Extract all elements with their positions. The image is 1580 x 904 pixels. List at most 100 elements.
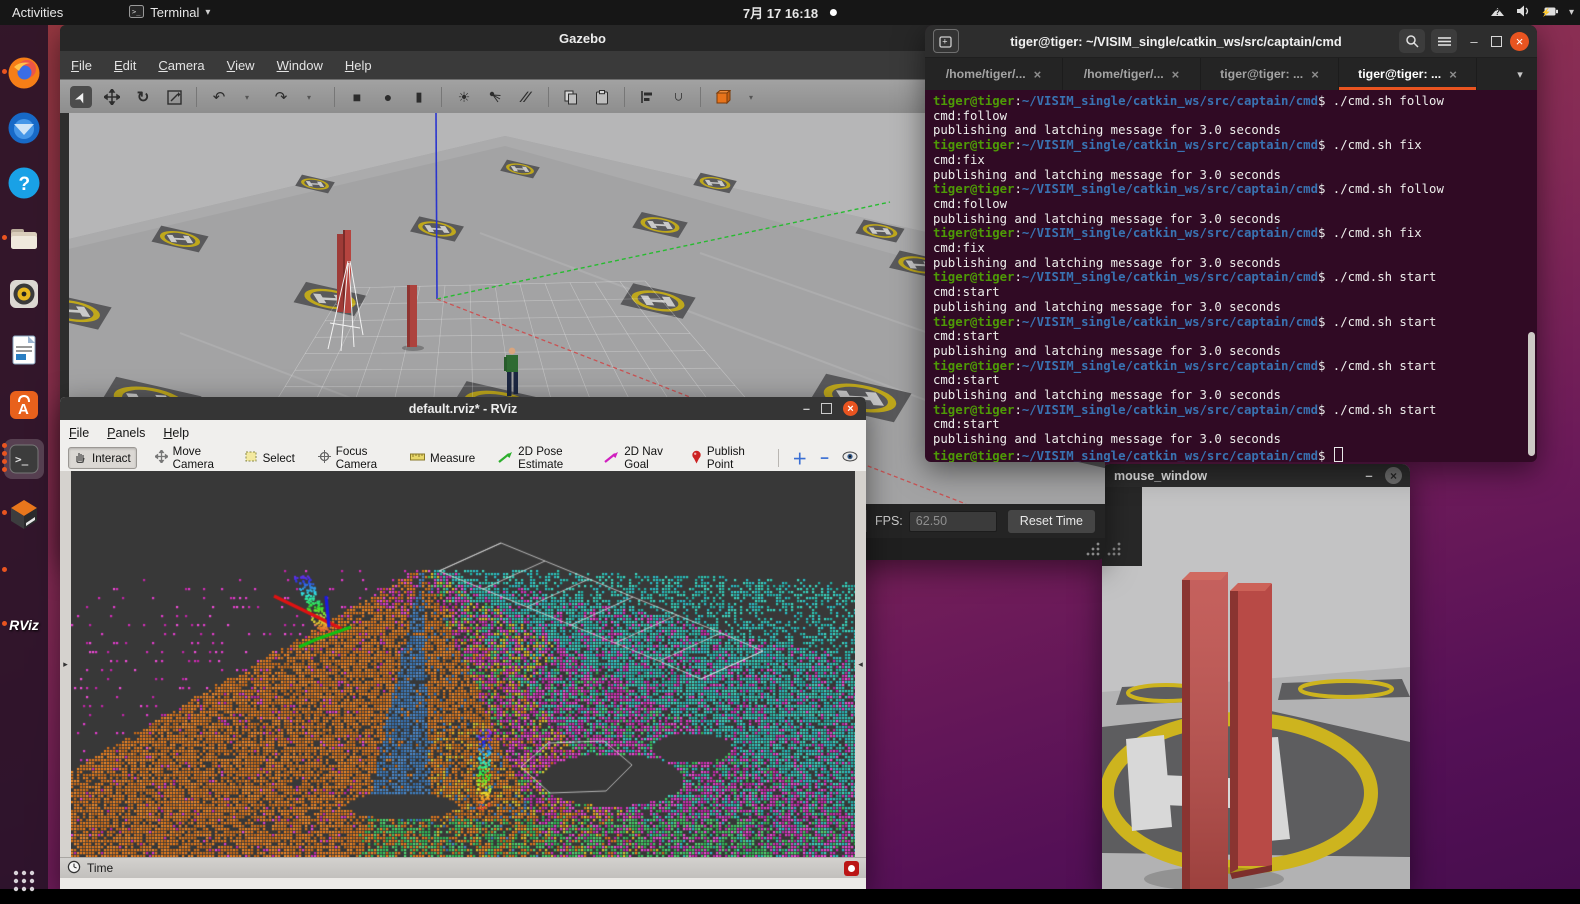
dock-item-rhythmbox[interactable] — [6, 276, 42, 312]
displays-panel-collapsed[interactable]: ▸ — [60, 471, 71, 857]
measure-icon — [410, 451, 425, 465]
gazebo-tool-align-icon[interactable] — [636, 86, 658, 108]
dock-item-terminal[interactable]: >_ — [6, 441, 42, 477]
rviz-tool-publish-point[interactable]: Publish Point — [686, 443, 758, 473]
rviz-tool-2d-nav-goal[interactable]: 2D Nav Goal — [599, 443, 673, 473]
close-button[interactable]: × — [1510, 32, 1529, 51]
gazebo-menu-view[interactable]: View — [216, 58, 266, 73]
pointcloud-canvas[interactable] — [71, 471, 855, 857]
terminal-prompt-line: tiger@tiger:~/VISIM_single/catkin_ws/src… — [933, 94, 1537, 109]
dock-item-blank[interactable] — [6, 553, 42, 589]
gazebo-tool-spot-light-icon[interactable] — [484, 86, 506, 108]
gazebo-menu-file[interactable]: File — [60, 58, 103, 73]
terminal-titlebar[interactable]: + tiger@tiger: ~/VISIM_single/catkin_ws/… — [925, 25, 1537, 58]
gazebo-tool-cylinder-icon[interactable]: ▮ — [408, 86, 430, 108]
gazebo-tool-undo-icon[interactable]: ↶ — [208, 86, 230, 108]
gazebo-tool-copy-icon[interactable] — [560, 86, 582, 108]
tab-close-icon[interactable]: × — [1311, 67, 1319, 82]
gazebo-tool-small-caret-icon[interactable]: ▾ — [743, 86, 765, 108]
rviz-plus-icon[interactable]: ＋ — [792, 448, 807, 469]
svg-text:A: A — [18, 401, 29, 418]
gazebo-menu-camera[interactable]: Camera — [147, 58, 215, 73]
prompt-path: ~/VISIM_single/catkin_ws/src/captain/cmd — [1022, 182, 1318, 196]
tab-close-icon[interactable]: × — [1034, 67, 1042, 82]
resize-grip-icon[interactable] — [1107, 542, 1121, 556]
prompt-colon: : — [1014, 359, 1021, 373]
rviz-menu-help[interactable]: Help — [154, 426, 198, 440]
rviz-tool-2d-pose-estimate[interactable]: 2D Pose Estimate — [493, 443, 586, 473]
app-menu-button[interactable]: >_ Terminal ▾ — [117, 0, 222, 25]
new-tab-button[interactable]: + — [933, 29, 959, 53]
system-status-menu[interactable]: ? ⚡ ▾ — [1489, 4, 1574, 21]
close-button[interactable]: × — [1385, 467, 1402, 484]
terminal-output-line: publishing and latching message for 3.0 … — [933, 300, 1537, 315]
rviz-eye-icon[interactable] — [842, 451, 858, 465]
activities-button[interactable]: Activities — [0, 0, 75, 25]
dock-item-writer[interactable] — [6, 332, 42, 368]
gazebo-tool-sphere-icon[interactable]: ● — [377, 86, 399, 108]
clock-button[interactable]: 7月 17 16:18 — [743, 3, 837, 22]
terminal-output-line: cmd:start — [933, 329, 1537, 344]
rviz-3d-viewport[interactable]: ▸ ◂ — [60, 471, 866, 857]
gazebo-tool-directional-light-icon[interactable]: ∕∕ — [515, 86, 537, 108]
rviz-titlebar[interactable]: default.rviz* - RViz – × — [60, 397, 866, 420]
gazebo-tool-small-caret-icon[interactable]: ▾ — [239, 86, 261, 108]
rviz-tool-focus-camera[interactable]: Focus Camera — [313, 443, 392, 473]
rviz-tool-interact[interactable]: Interact — [68, 447, 137, 469]
time-panel-header[interactable]: Time — [60, 857, 866, 878]
reset-time-button[interactable]: Reset Time — [1007, 509, 1096, 534]
terminal-screen[interactable]: tiger@tiger:~/VISIM_single/catkin_ws/src… — [925, 89, 1537, 462]
rviz-tool-move-camera[interactable]: Move Camera — [150, 443, 227, 473]
dock-item-show-apps[interactable] — [6, 863, 42, 899]
rviz-tool-measure[interactable]: Measure — [405, 449, 480, 467]
gazebo-tool-rotate-icon[interactable]: ↻ — [132, 86, 154, 108]
gazebo-tool-select-arrow-icon[interactable]: ➤ — [70, 86, 92, 108]
camera-view-3d[interactable] — [1102, 487, 1410, 889]
gazebo-tool-point-light-icon[interactable]: ☀ — [453, 86, 475, 108]
battery-icon: ⚡ — [1541, 5, 1560, 21]
dock-item-software[interactable]: A — [6, 387, 42, 423]
terminal-tab[interactable]: /home/tiger/...× — [925, 58, 1063, 90]
search-button[interactable] — [1399, 29, 1425, 53]
gazebo-tool-scale-icon[interactable] — [163, 86, 185, 108]
menu-button[interactable] — [1431, 29, 1457, 53]
resize-grip-icon[interactable] — [1086, 542, 1100, 556]
rviz-menu-file[interactable]: File — [60, 426, 98, 440]
rviz-tool-select[interactable]: Select — [240, 448, 300, 468]
gazebo-menu-help[interactable]: Help — [334, 58, 383, 73]
minimize-button[interactable]: – — [803, 402, 810, 416]
tool-label: 2D Pose Estimate — [518, 445, 581, 471]
gazebo-tool-magnet-icon[interactable]: ∩ — [667, 86, 689, 108]
gazebo-tool-orange-box-icon[interactable] — [712, 86, 734, 108]
views-panel-collapsed[interactable]: ◂ — [855, 471, 866, 857]
maximize-button[interactable] — [821, 403, 832, 414]
dock-item-gazebo[interactable] — [6, 496, 42, 532]
gazebo-tool-paste-icon[interactable] — [591, 86, 613, 108]
terminal-tab[interactable]: /home/tiger/...× — [1063, 58, 1201, 90]
gazebo-menu-window[interactable]: Window — [266, 58, 334, 73]
gazebo-tool-box-icon[interactable]: ■ — [346, 86, 368, 108]
dock-item-files[interactable] — [6, 221, 42, 257]
gazebo-tool-small-caret-icon[interactable]: ▾ — [301, 86, 323, 108]
gazebo-tool-translate-icon[interactable] — [101, 86, 123, 108]
minimize-button[interactable]: – — [1467, 34, 1481, 49]
dock-item-rviz[interactable]: RViz — [6, 607, 42, 643]
minimize-button[interactable]: – — [1362, 468, 1376, 483]
rviz-minus-icon[interactable]: − — [820, 450, 829, 467]
dock-item-firefox[interactable] — [6, 55, 42, 91]
mouse-window-titlebar[interactable]: mouse_window – × — [1102, 464, 1410, 487]
tab-list-dropdown[interactable]: ▾ — [1507, 58, 1533, 90]
rviz-menu-panels[interactable]: Panels — [98, 426, 154, 440]
terminal-scrollbar[interactable] — [1528, 332, 1535, 456]
close-button[interactable]: × — [843, 401, 858, 416]
time-panel-close-button[interactable] — [844, 861, 859, 876]
dock-item-help[interactable]: ? — [6, 165, 42, 201]
maximize-button[interactable] — [1491, 36, 1502, 47]
tab-close-icon[interactable]: × — [1449, 67, 1457, 82]
terminal-tab[interactable]: tiger@tiger: ...× — [1201, 58, 1339, 90]
dock-item-thunderbird[interactable] — [6, 110, 42, 146]
tab-close-icon[interactable]: × — [1172, 67, 1180, 82]
gazebo-tool-redo-icon[interactable]: ↷ — [270, 86, 292, 108]
terminal-tab[interactable]: tiger@tiger: ...× — [1339, 58, 1477, 90]
gazebo-menu-edit[interactable]: Edit — [103, 58, 147, 73]
